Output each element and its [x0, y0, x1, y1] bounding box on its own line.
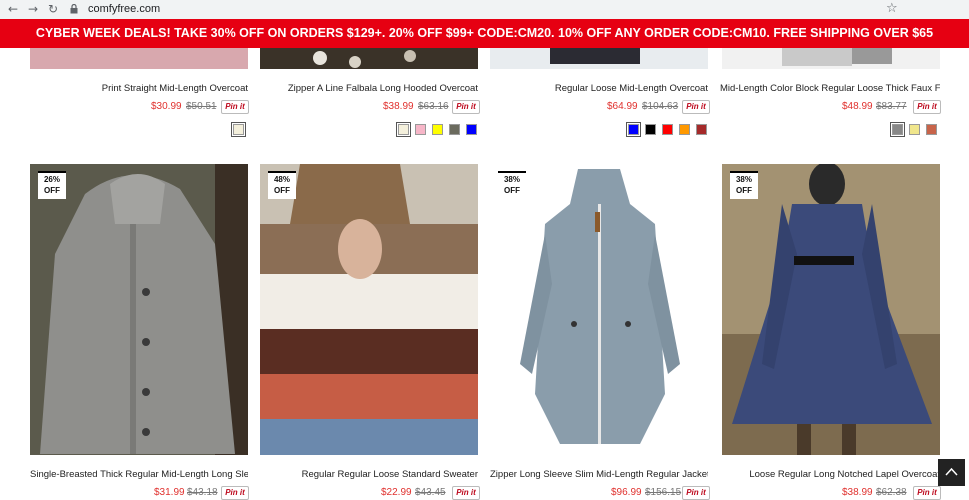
- original-price: $43.18: [187, 487, 218, 498]
- product-image[interactable]: 48% OFF: [260, 164, 478, 455]
- sale-price: $38.99: [383, 101, 414, 112]
- original-price: $62.38: [876, 487, 907, 498]
- original-price: $50.51: [186, 101, 217, 112]
- sale-price: $30.99: [151, 101, 182, 112]
- discount-badge: 38% OFF: [730, 171, 758, 199]
- color-swatch[interactable]: [909, 124, 920, 135]
- color-swatch[interactable]: [679, 124, 690, 135]
- scroll-to-top-button[interactable]: [938, 459, 965, 486]
- product-image[interactable]: [490, 48, 708, 69]
- product-image[interactable]: [30, 48, 248, 69]
- product-image[interactable]: [722, 48, 940, 69]
- sale-price: $22.99: [381, 487, 412, 498]
- pin-it-button[interactable]: Pin it: [221, 486, 249, 500]
- pin-it-button[interactable]: Pin it: [452, 486, 480, 500]
- promo-banner[interactable]: CYBER WEEK DEALS! TAKE 30% OFF ON ORDERS…: [0, 19, 969, 48]
- product-image[interactable]: 38% OFF: [722, 164, 940, 455]
- product-image[interactable]: [260, 48, 478, 69]
- color-swatch[interactable]: [449, 124, 460, 135]
- color-swatch[interactable]: [696, 124, 707, 135]
- pin-it-button[interactable]: Pin it: [913, 486, 941, 500]
- star-icon[interactable]: ☆: [886, 1, 898, 16]
- pin-it-button[interactable]: Pin it: [682, 100, 710, 114]
- color-swatch[interactable]: [926, 124, 937, 135]
- browser-toolbar: ← → ↻ comfyfree.com ☆: [0, 0, 969, 19]
- color-swatch[interactable]: [396, 122, 411, 137]
- discount-badge: 48% OFF: [268, 171, 296, 199]
- lock-icon: [70, 4, 78, 14]
- original-price: $83.77: [876, 101, 907, 112]
- back-arrow-icon[interactable]: ←: [6, 2, 20, 16]
- color-swatch[interactable]: [415, 124, 426, 135]
- discount-badge: 26% OFF: [38, 171, 66, 199]
- original-price: $43.45: [415, 487, 446, 498]
- color-swatch[interactable]: [662, 124, 673, 135]
- pin-it-button[interactable]: Pin it: [221, 100, 249, 114]
- product-name[interactable]: Zipper Long Sleeve Slim Mid-Length Regul…: [490, 469, 708, 480]
- color-swatch[interactable]: [626, 122, 641, 137]
- forward-arrow-icon[interactable]: →: [26, 2, 40, 16]
- product-image[interactable]: 26% OFF: [30, 164, 248, 455]
- original-price: $156.15: [645, 487, 682, 498]
- color-swatch[interactable]: [466, 124, 477, 135]
- product-name[interactable]: Single-Breasted Thick Regular Mid-Length…: [30, 469, 248, 480]
- original-price: $63.16: [418, 101, 449, 112]
- original-price: $104.63: [642, 101, 679, 112]
- sale-price: $64.99: [607, 101, 638, 112]
- product-name[interactable]: Loose Regular Long Notched Lapel Overcoa…: [722, 469, 940, 480]
- address-bar[interactable]: comfyfree.com: [88, 3, 160, 15]
- discount-badge: 38% OFF: [498, 171, 526, 199]
- reload-icon[interactable]: ↻: [46, 2, 60, 16]
- product-name[interactable]: Zipper A Line Falbala Long Hooded Overco…: [260, 83, 478, 94]
- pin-it-button[interactable]: Pin it: [913, 100, 941, 114]
- sale-price: $96.99: [611, 487, 642, 498]
- pin-it-button[interactable]: Pin it: [682, 486, 710, 500]
- color-swatch[interactable]: [432, 124, 443, 135]
- product-name[interactable]: Mid-Length Color Block Regular Loose Thi…: [720, 83, 940, 94]
- sale-price: $31.99: [154, 487, 185, 498]
- color-swatch[interactable]: [890, 122, 905, 137]
- color-swatch[interactable]: [645, 124, 656, 135]
- chevron-up-icon: [945, 467, 958, 476]
- product-image[interactable]: 38% OFF: [490, 164, 708, 455]
- product-name[interactable]: Regular Regular Loose Standard Sweater: [260, 469, 478, 480]
- sale-price: $38.99: [842, 487, 873, 498]
- color-swatch[interactable]: [231, 122, 246, 137]
- product-name[interactable]: Print Straight Mid-Length Overcoat: [30, 83, 248, 94]
- sale-price: $48.99: [842, 101, 873, 112]
- product-name[interactable]: Regular Loose Mid-Length Overcoat: [490, 83, 708, 94]
- pin-it-button[interactable]: Pin it: [452, 100, 480, 114]
